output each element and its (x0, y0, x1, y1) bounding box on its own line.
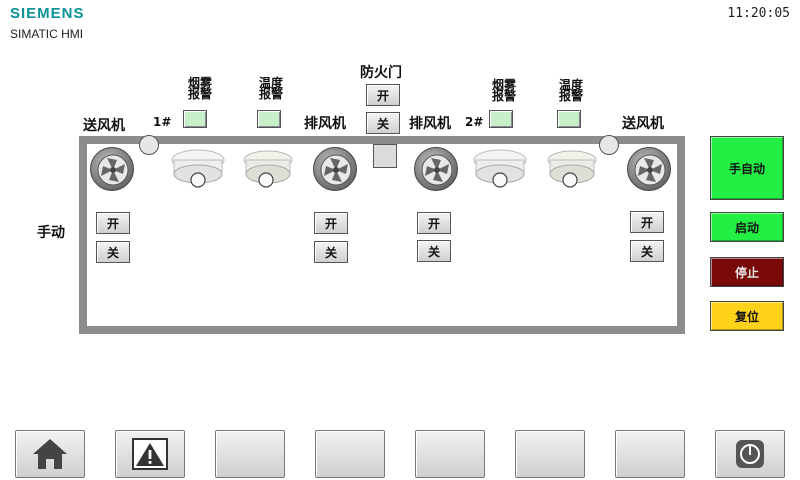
alarm-view-button[interactable] (115, 430, 185, 478)
temp-detector-2-icon (544, 146, 600, 192)
supply-fan-right-close-button[interactable]: 关 (630, 240, 664, 262)
damper-1-indicator (139, 135, 159, 155)
smoke-alarm-2-indicator (489, 110, 513, 128)
fan-blades-icon (421, 154, 453, 186)
temp-detector-1-icon (240, 146, 296, 192)
manual-mode-label: 手动 (37, 225, 65, 241)
smoke-alarm-2-label: 烟雾 报警 (489, 79, 519, 103)
fan-blades-icon (320, 154, 352, 186)
supply-fan-right-icon (627, 147, 671, 191)
reset-button[interactable]: 复位 (710, 301, 784, 331)
function-key-7[interactable] (615, 430, 685, 478)
smoke-alarm-1-label: 烟雾 报警 (185, 77, 215, 101)
exhaust-fan-2-label: 排风机 (409, 116, 451, 132)
temp-alarm-1-line2: 报警 (258, 87, 283, 101)
supply-fan-left-label: 送风机 (83, 118, 125, 134)
unit-2-label: 2# (465, 115, 484, 129)
supply-fan-left-close-button[interactable]: 关 (96, 241, 130, 263)
clock: 11:20:05 (727, 6, 790, 21)
fire-door-close-button[interactable]: 关 (366, 112, 400, 134)
unit-1-label: 1# (153, 115, 172, 129)
temp-alarm-2-line2: 报警 (558, 89, 583, 103)
exhaust-fan-1-open-button[interactable]: 开 (314, 212, 348, 234)
supply-fan-right-open-button[interactable]: 开 (630, 211, 664, 233)
smoke-alarm-1-line2: 报警 (187, 87, 212, 101)
brand-logo: SIEMENS (10, 5, 85, 22)
temp-alarm-2-indicator (557, 110, 581, 128)
fan-blades-icon (97, 154, 129, 186)
power-button[interactable] (715, 430, 785, 478)
smoke-detector-2-icon (472, 146, 528, 192)
smoke-detector-1-icon (170, 146, 226, 192)
exhaust-fan-2-close-button[interactable]: 关 (417, 240, 451, 262)
stop-button[interactable]: 停止 (710, 257, 784, 287)
exhaust-fan-1-label: 排风机 (304, 116, 346, 132)
temp-alarm-2-label: 温度 报警 (556, 79, 586, 103)
smoke-alarm-1-indicator (183, 110, 207, 128)
hmi-screen: SIEMENS SIMATIC HMI 11:20:05 送风机 1# 烟雾 报… (0, 0, 800, 480)
exhaust-fan-1-icon (313, 147, 357, 191)
alarm-warning-icon (132, 438, 168, 470)
supply-fan-left-icon (90, 147, 134, 191)
temp-alarm-1-indicator (257, 110, 281, 128)
home-icon (33, 439, 67, 469)
product-name: SIMATIC HMI (10, 27, 84, 41)
exhaust-fan-2-open-button[interactable]: 开 (417, 212, 451, 234)
fire-door-label: 防火门 (360, 65, 402, 81)
temp-alarm-1-label: 温度 报警 (256, 77, 286, 101)
fire-door-indicator (373, 144, 397, 168)
start-button[interactable]: 启动 (710, 212, 784, 242)
exhaust-fan-1-close-button[interactable]: 关 (314, 241, 348, 263)
damper-2-indicator (599, 135, 619, 155)
function-key-3[interactable] (215, 430, 285, 478)
fire-door-open-button[interactable]: 开 (366, 84, 400, 106)
home-button[interactable] (15, 430, 85, 478)
supply-fan-right-label: 送风机 (622, 116, 664, 132)
exhaust-fan-2-icon (414, 147, 458, 191)
fan-blades-icon (634, 154, 666, 186)
function-key-4[interactable] (315, 430, 385, 478)
function-key-5[interactable] (415, 430, 485, 478)
power-icon (736, 440, 764, 468)
smoke-alarm-2-line2: 报警 (491, 89, 516, 103)
function-key-6[interactable] (515, 430, 585, 478)
supply-fan-left-open-button[interactable]: 开 (96, 212, 130, 234)
auto-manual-button[interactable]: 手自动 (710, 136, 784, 200)
